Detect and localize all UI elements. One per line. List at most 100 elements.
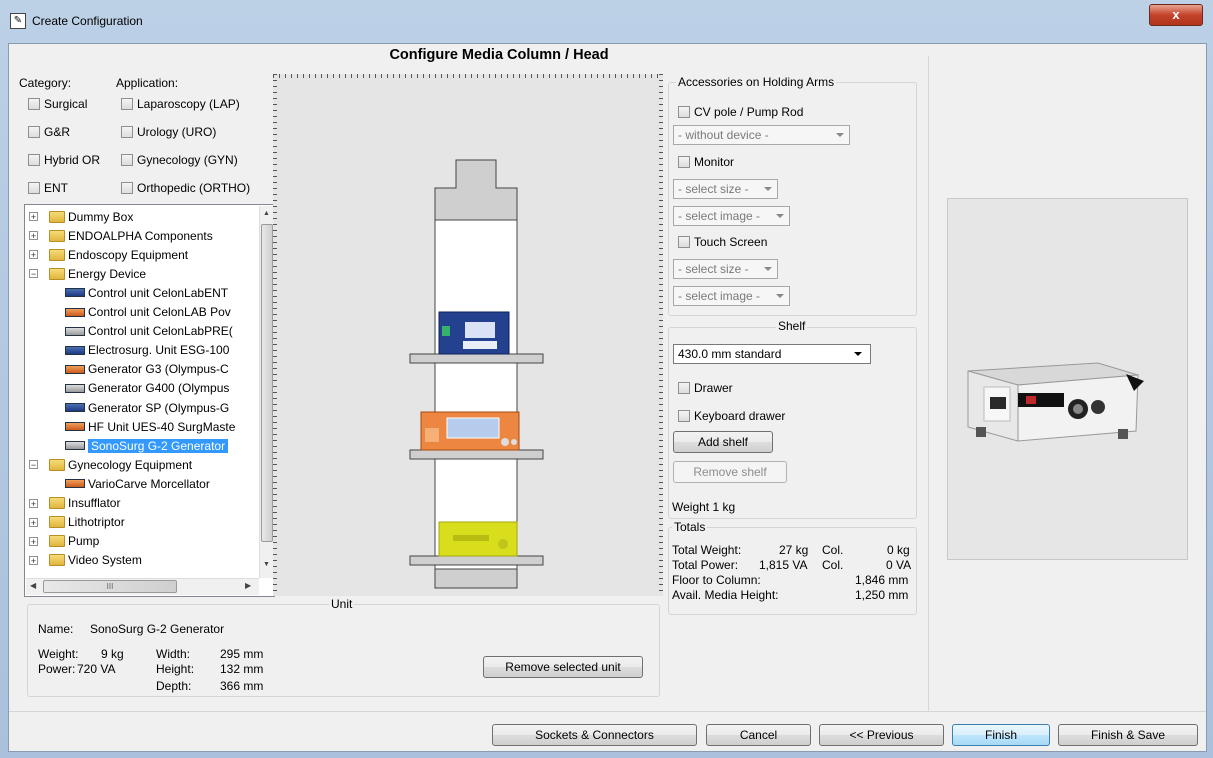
chevron-down-icon [836, 133, 844, 137]
remove-selected-unit-button[interactable]: Remove selected unit [483, 656, 643, 678]
close-button[interactable]: x [1149, 4, 1203, 26]
tree-item-label: SonoSurg G-2 Generator [88, 438, 229, 453]
shelf-1[interactable] [409, 353, 544, 364]
scroll-up-arrow-icon[interactable]: ▲ [263, 210, 270, 217]
device-yellow-on-column[interactable] [438, 521, 518, 557]
tree-device-item[interactable]: Electrosurg. Unit ESG-100 [65, 341, 229, 360]
tree-folder-item[interactable]: + Video System [29, 551, 142, 570]
checkbox-box[interactable] [678, 410, 690, 422]
sockets-connectors-button[interactable]: Sockets & Connectors [492, 724, 697, 746]
application-gyn-checkbox[interactable]: Gynecology (GYN) [121, 153, 238, 167]
collapse-icon[interactable]: − [29, 269, 38, 279]
tree-item-label: Control unit CelonLabPRE( [88, 324, 233, 339]
checkbox-box[interactable] [121, 154, 133, 166]
tree-vertical-scrollbar[interactable]: ▲ ▼ [259, 206, 274, 578]
tree-folder-item[interactable]: + Dummy Box [29, 207, 133, 226]
folder-icon [49, 554, 65, 567]
tree-folder-item[interactable]: + Insufflator [29, 494, 120, 513]
shelf-3[interactable] [409, 555, 544, 566]
tree-device-item[interactable]: HF Unit UES-40 SurgMaste [65, 417, 235, 436]
expand-icon[interactable]: + [29, 536, 38, 546]
previous-button[interactable]: << Previous [819, 724, 944, 746]
shelf-legend: Shelf [776, 319, 808, 333]
device-sonosurg-on-column[interactable] [420, 411, 520, 451]
unit-name-value: SonoSurg G-2 Generator [90, 622, 225, 636]
tree-device-item[interactable]: Control unit CelonLAB Pov [65, 303, 231, 322]
shelf-2[interactable] [409, 449, 544, 460]
remove-shelf-button[interactable]: Remove shelf [673, 461, 787, 483]
checkbox-box[interactable] [678, 156, 690, 168]
scroll-down-arrow-icon[interactable]: ▼ [263, 561, 270, 568]
expand-icon[interactable]: + [29, 231, 38, 241]
application-ortho-checkbox[interactable]: Orthopedic (ORTHO) [121, 181, 250, 195]
unit-preview [947, 198, 1188, 560]
checkbox-box[interactable] [678, 106, 690, 118]
checkbox-box[interactable] [28, 98, 40, 110]
application-label: Application: [116, 76, 179, 90]
scroll-left-arrow-icon[interactable]: ◀ [30, 581, 36, 590]
tree-folder-item[interactable]: + ENDOALPHA Components [29, 226, 213, 245]
tree-device-item[interactable]: Control unit CelonLabPRE( [65, 322, 233, 341]
total-power-value: 1,815 VA [759, 558, 808, 572]
add-shelf-button[interactable]: Add shelf [673, 431, 773, 453]
cv-pole-device-select[interactable]: - without device - [673, 125, 850, 145]
folder-icon [49, 210, 65, 223]
expand-icon[interactable]: + [29, 555, 38, 565]
device-tree[interactable]: + Dummy Box + ENDOALPHA Components + Endoscop… [24, 204, 275, 597]
shelf-size-select[interactable]: 430.0 mm standard [673, 344, 871, 364]
checkbox-box[interactable] [121, 98, 133, 110]
touch-screen-checkbox[interactable]: Touch Screen [678, 235, 767, 249]
finish-save-button[interactable]: Finish & Save [1058, 724, 1198, 746]
tree-folder-item[interactable]: − Gynecology Equipment [29, 455, 192, 474]
monitor-size-select[interactable]: - select size - [673, 179, 778, 199]
cv-pole-checkbox[interactable]: CV pole / Pump Rod [678, 105, 803, 119]
checkbox-box[interactable] [121, 126, 133, 138]
checkbox-label: ENT [44, 181, 68, 195]
tree-folder-item[interactable]: + Lithotriptor [29, 513, 125, 532]
category-surgical-checkbox[interactable]: Surgical [28, 97, 87, 111]
expand-icon[interactable]: + [29, 212, 38, 222]
keyboard-drawer-checkbox[interactable]: Keyboard drawer [678, 409, 785, 423]
monitor-image-select[interactable]: - select image - [673, 206, 790, 226]
drawer-checkbox[interactable]: Drawer [678, 381, 733, 395]
checkbox-label: Orthopedic (ORTHO) [137, 181, 251, 195]
tree-folder-item[interactable]: + Pump [29, 532, 99, 551]
application-lap-checkbox[interactable]: Laparoscopy (LAP) [121, 97, 240, 111]
tree-device-item[interactable]: Control unit CelonLabENT [65, 283, 228, 302]
checkbox-label: Gynecology (GYN) [137, 153, 238, 167]
tree-device-item[interactable]: Generator G400 (Olympus [65, 379, 229, 398]
footer-divider [9, 711, 1206, 712]
expand-icon[interactable]: + [29, 250, 38, 260]
title-bar[interactable]: ✎ Create Configuration x [0, 0, 1213, 42]
checkbox-box[interactable] [678, 382, 690, 394]
device-g400-on-column[interactable] [438, 311, 510, 355]
media-column-canvas[interactable] [273, 74, 663, 596]
tree-folder-item[interactable]: − Energy Device [29, 264, 146, 283]
monitor-checkbox[interactable]: Monitor [678, 155, 734, 169]
scroll-right-arrow-icon[interactable]: ▶ [245, 581, 251, 590]
category-gr-checkbox[interactable]: G&R [28, 125, 70, 139]
checkbox-box[interactable] [28, 154, 40, 166]
tree-folder-item[interactable]: + Endoscopy Equipment [29, 245, 188, 264]
application-uro-checkbox[interactable]: Urology (URO) [121, 125, 216, 139]
tree-vscroll-thumb[interactable] [261, 224, 273, 542]
tree-device-item[interactable]: Generator G3 (Olympus-C [65, 360, 229, 379]
checkbox-box[interactable] [28, 182, 40, 194]
tree-device-item[interactable]: Generator SP (Olympus-G [65, 398, 229, 417]
collapse-icon[interactable]: − [29, 460, 38, 470]
touch-screen-size-select[interactable]: - select size - [673, 259, 778, 279]
tree-hscroll-thumb[interactable]: III [43, 580, 177, 593]
category-ent-checkbox[interactable]: ENT [28, 181, 68, 195]
category-hybrid-or-checkbox[interactable]: Hybrid OR [28, 153, 100, 167]
checkbox-box[interactable] [678, 236, 690, 248]
expand-icon[interactable]: + [29, 498, 38, 508]
touch-screen-image-select[interactable]: - select image - [673, 286, 790, 306]
tree-device-item[interactable]: SonoSurg G-2 Generator [65, 436, 229, 455]
checkbox-box[interactable] [28, 126, 40, 138]
tree-horizontal-scrollbar[interactable]: ◀ III ▶ [26, 578, 259, 595]
checkbox-box[interactable] [121, 182, 133, 194]
finish-button[interactable]: Finish [952, 724, 1050, 746]
tree-device-item[interactable]: VarioCarve Morcellator [65, 474, 210, 493]
cancel-button[interactable]: Cancel [706, 724, 811, 746]
expand-icon[interactable]: + [29, 517, 38, 527]
